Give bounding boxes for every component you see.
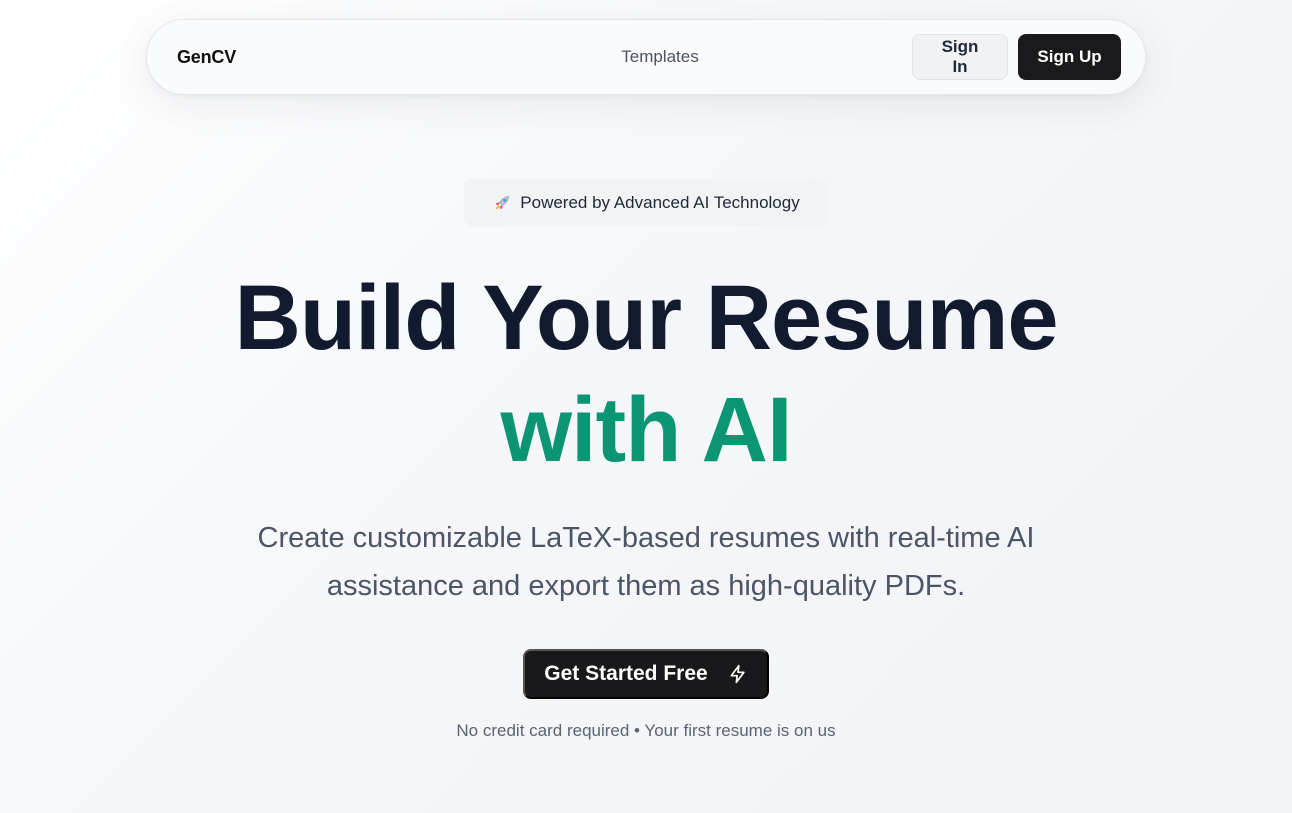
top-navbar: GenCV Templates Sign In Sign Up <box>146 19 1146 95</box>
nav-actions: Sign In Sign Up <box>911 34 1121 80</box>
badge-text: Powered by Advanced AI Technology <box>520 192 800 212</box>
hero-title-line1: Build Your Resume <box>234 267 1058 369</box>
get-started-label: Get Started Free <box>544 662 708 685</box>
nav-links: Templates <box>409 47 911 67</box>
cta-fineprint: No credit card required • Your first res… <box>456 721 836 740</box>
hero-title: Build Your Resume with AI <box>0 262 1292 486</box>
get-started-button[interactable]: Get Started Free <box>523 649 769 699</box>
rocket-icon <box>492 193 512 213</box>
brand-logo[interactable]: GenCV <box>177 47 377 68</box>
nav-link-templates[interactable]: Templates <box>621 47 698 67</box>
zap-icon <box>728 664 748 684</box>
hero-title-line2: with AI <box>500 379 792 481</box>
hero-subtitle: Create customizable LaTeX-based resumes … <box>257 522 1035 602</box>
sign-in-button[interactable]: Sign In <box>912 34 1008 80</box>
sign-up-button[interactable]: Sign Up <box>1018 34 1121 80</box>
powered-by-badge: Powered by Advanced AI Technology <box>464 179 828 226</box>
